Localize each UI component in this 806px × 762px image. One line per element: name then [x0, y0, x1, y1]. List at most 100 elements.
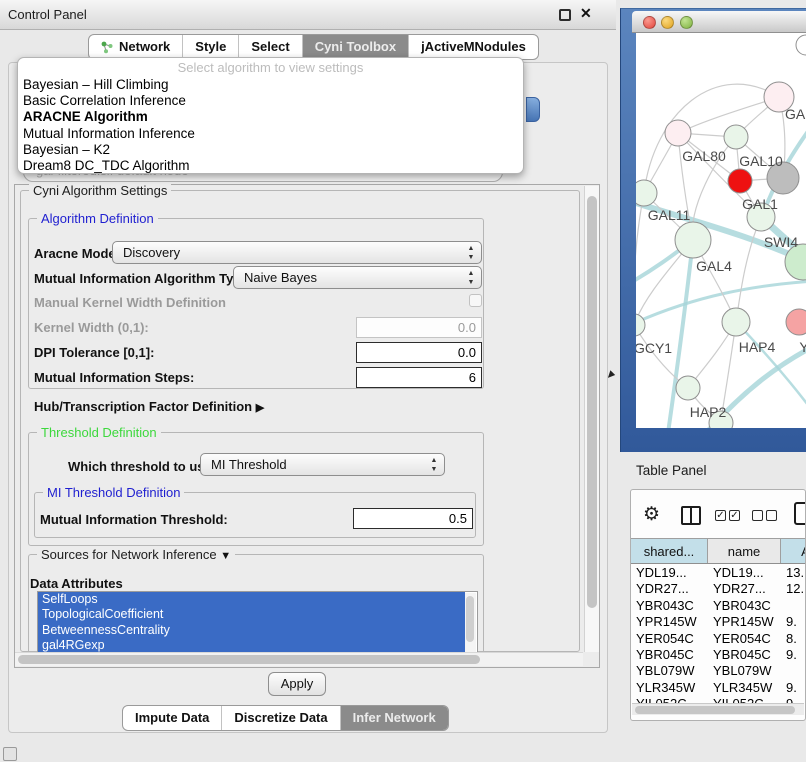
mi-threshold-field[interactable]: 0.5: [353, 508, 473, 529]
mi-type-label: Mutual Information Algorithm Type:: [34, 271, 253, 286]
network-node-y[interactable]: [786, 309, 806, 335]
algorithm-option[interactable]: Bayesian – K2: [18, 142, 523, 158]
table-cell: 12...: [781, 581, 806, 597]
network-icon: [101, 41, 114, 54]
expanded-arrow-icon: ▼: [220, 550, 231, 562]
algorithm-option[interactable]: Dream8 DC_TDC Algorithm: [18, 158, 523, 174]
table-cell: YLR345W: [631, 680, 708, 696]
algorithm-option[interactable]: Bayesian – Hill Climbing: [18, 77, 523, 93]
table-header-row: shared...nameA: [631, 538, 806, 564]
data-attribute-item[interactable]: gal4RGexp: [38, 638, 465, 653]
network-node-hap2[interactable]: [676, 376, 700, 400]
network-node-gcy1[interactable]: [636, 314, 645, 336]
apply-button[interactable]: Apply: [268, 672, 326, 696]
sources-group-title[interactable]: Sources for Network Inference ▼: [37, 547, 235, 562]
table-horizontal-scrollbar[interactable]: [632, 703, 804, 715]
tab-impute-data[interactable]: Impute Data: [123, 706, 222, 730]
stepper-icon[interactable]: ▲▼: [466, 269, 476, 287]
table-row[interactable]: YER054CYER054C8.: [631, 631, 806, 647]
close-traffic-light-icon[interactable]: [643, 16, 656, 29]
checked-box-icon: ✓: [729, 510, 740, 521]
attribute-list-scrollbar[interactable]: [465, 593, 476, 653]
data-attributes-label: Data Attributes: [30, 576, 123, 591]
network-node-gal4[interactable]: [675, 222, 711, 258]
settings-vertical-scrollbar[interactable]: [584, 186, 599, 652]
network-node[interactable]: [796, 35, 806, 55]
data-attribute-item[interactable]: BetweennessCentrality: [38, 623, 465, 638]
minimize-traffic-light-icon[interactable]: [661, 16, 674, 29]
kernel-width-field[interactable]: 0.0: [356, 317, 482, 338]
network-node-gal10[interactable]: [724, 125, 748, 149]
tab-label: Discretize Data: [234, 706, 327, 730]
algorithm-option[interactable]: Basic Correlation Inference: [18, 93, 523, 109]
mi-steps-field[interactable]: 6: [356, 367, 482, 388]
show-columns-icon[interactable]: ✓ ✓: [715, 510, 740, 521]
network-node-label: GAL: [785, 106, 806, 122]
new-table-icon[interactable]: [794, 502, 806, 525]
network-edge[interactable]: [644, 84, 779, 193]
split-columns-icon[interactable]: [681, 506, 701, 525]
mi-type-select[interactable]: Naive Bayes ▲▼: [233, 266, 482, 289]
network-node-gal80[interactable]: [665, 120, 691, 146]
tab-select[interactable]: Select: [239, 35, 302, 59]
network-window-titlebar[interactable]: [632, 11, 806, 33]
algorithm-option[interactable]: ARACNE Algorithm: [18, 109, 523, 125]
table-column-header[interactable]: A: [781, 539, 806, 563]
table-row[interactable]: YDR27...YDR27...12...: [631, 581, 806, 597]
table-row[interactable]: YBR045CYBR045C9.: [631, 647, 806, 663]
zoom-traffic-light-icon[interactable]: [680, 16, 693, 29]
network-node-gal11[interactable]: [636, 180, 657, 206]
dpi-tolerance-field[interactable]: 0.0: [356, 342, 482, 363]
table-cell: 8.: [781, 631, 806, 647]
table-row[interactable]: YBL079WYBL079W: [631, 663, 806, 679]
float-window-icon[interactable]: [559, 9, 571, 21]
control-panel-titlebar: Control Panel ✕: [0, 0, 616, 30]
network-edge[interactable]: [636, 193, 644, 325]
gear-icon[interactable]: ⚙: [643, 503, 660, 526]
tab-discretize-data[interactable]: Discretize Data: [222, 706, 340, 730]
aracne-mode-select[interactable]: Discovery ▲▼: [112, 241, 482, 264]
tab-cyni-toolbox[interactable]: Cyni Toolbox: [303, 35, 409, 59]
table-cell: 9.: [781, 614, 806, 630]
table-cell: YDR27...: [631, 581, 708, 597]
kernel-width-label: Kernel Width (0,1):: [34, 320, 149, 335]
data-attribute-item[interactable]: TopologicalCoefficient: [38, 607, 465, 622]
hub-definition-toggle[interactable]: Hub/Transcription Factor Definition ▶: [34, 399, 264, 414]
data-attribute-item[interactable]: SelfLoops: [38, 592, 465, 607]
tab-label: Select: [251, 35, 289, 59]
tab-style[interactable]: Style: [183, 35, 239, 59]
table-row[interactable]: YPR145WYPR145W9.: [631, 614, 806, 630]
control-panel-title: Control Panel: [8, 0, 87, 30]
tab-network[interactable]: Network: [89, 35, 183, 59]
tab-label: Network: [119, 35, 170, 59]
network-canvas[interactable]: GALGAL80GAL10GAL1GAL11SWI4GAL4GCY1HAP4YH…: [636, 33, 806, 428]
desktop: Control Panel ✕ Network Style Select Cyni T…: [0, 0, 806, 762]
network-node-label: HAP4: [739, 339, 776, 355]
which-threshold-select[interactable]: MI Threshold ▲▼: [200, 453, 445, 476]
table-cell: [781, 598, 806, 614]
hide-columns-icon[interactable]: [752, 510, 777, 521]
algorithm-option[interactable]: Mutual Information Inference: [18, 126, 523, 142]
data-attributes-list[interactable]: SelfLoopsTopologicalCoefficientBetweenne…: [37, 591, 478, 653]
tab-jactivemnodules[interactable]: jActiveMNodules: [409, 35, 538, 59]
close-icon[interactable]: ✕: [580, 5, 592, 22]
stepper-icon[interactable]: ▲▼: [429, 456, 439, 474]
manual-kernel-checkbox[interactable]: [469, 294, 482, 307]
settings-horizontal-scrollbar[interactable]: [15, 652, 583, 666]
table-row[interactable]: YBR043CYBR043C: [631, 598, 806, 614]
tab-infer-network[interactable]: Infer Network: [341, 706, 448, 730]
table-column-header[interactable]: name: [708, 539, 781, 563]
unchecked-box-icon: [766, 510, 777, 521]
table-row[interactable]: YDL19...YDL19...13...: [631, 565, 806, 581]
algorithm-dropdown-placeholder: Select algorithm to view settings: [18, 60, 523, 77]
table-cell: YLR345W: [708, 680, 781, 696]
network-node-label: GCY1: [636, 340, 672, 356]
table-row[interactable]: YLR345WYLR345W9.: [631, 680, 806, 696]
network-node-hap4[interactable]: [722, 308, 750, 336]
stepper-icon[interactable]: ▲▼: [466, 244, 476, 262]
network-node-gal1[interactable]: [728, 169, 752, 193]
network-edge-highlighted[interactable]: [636, 281, 806, 325]
minimized-panel-icon[interactable]: [3, 747, 17, 761]
tab-label: Cyni Toolbox: [315, 35, 396, 59]
table-column-header[interactable]: shared...: [631, 539, 708, 563]
